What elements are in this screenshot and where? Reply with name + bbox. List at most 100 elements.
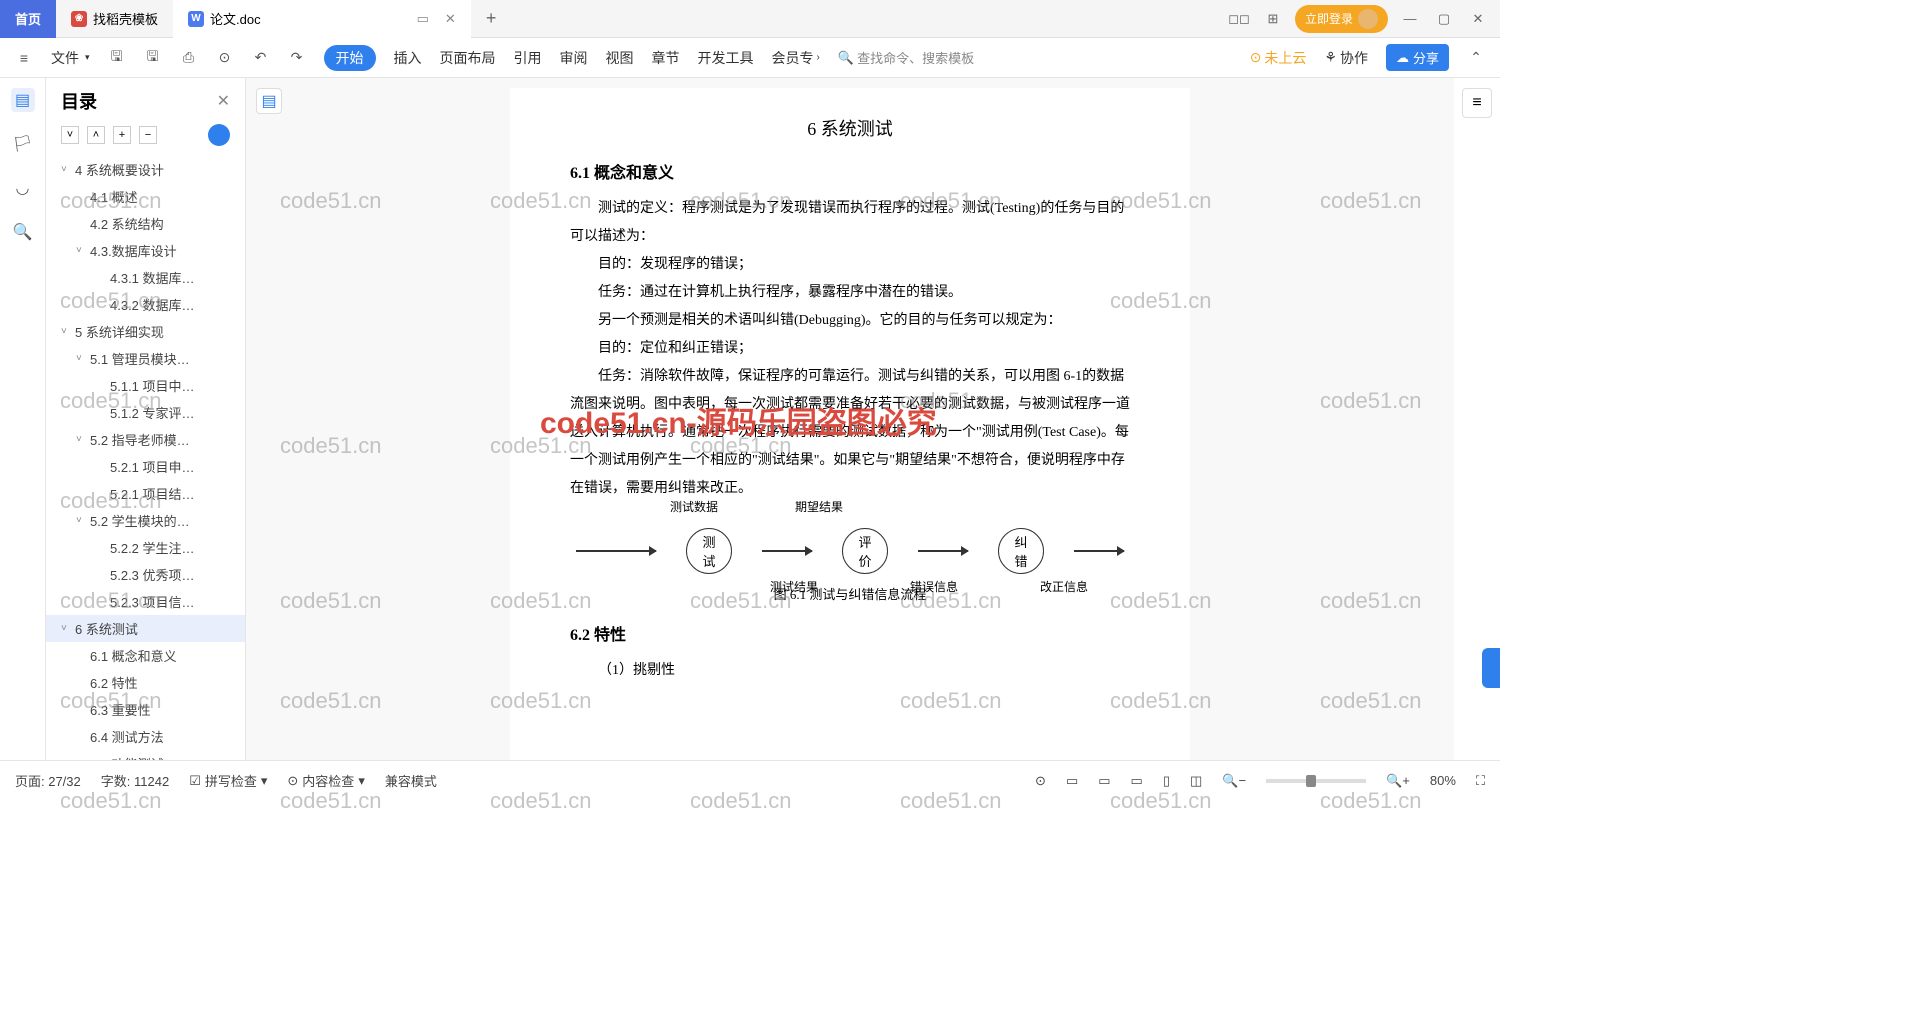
window-mode-icon[interactable]: ▭: [417, 11, 429, 27]
find-icon[interactable]: 🔍: [11, 220, 35, 244]
toc-item[interactable]: 5.1.2 专家评…: [46, 399, 245, 426]
toc-item[interactable]: 6.1 概念和意义: [46, 642, 245, 669]
apps-icon[interactable]: ⊞: [1261, 7, 1285, 31]
share-button[interactable]: ☁ 分享: [1386, 44, 1449, 71]
add-icon[interactable]: +: [113, 126, 131, 144]
view-web-icon[interactable]: ▭: [1098, 773, 1110, 789]
node-fix: 纠 错: [998, 528, 1044, 574]
tab-devtools[interactable]: 开发工具: [698, 48, 754, 68]
toc-item[interactable]: 4.3.1 数据库…: [46, 264, 245, 291]
tab-home[interactable]: 首页: [0, 0, 56, 38]
chevron-down-icon: ˅: [61, 164, 75, 175]
zoom-in-button[interactable]: 🔍+: [1386, 773, 1410, 789]
cloud-status[interactable]: ⊙ 未上云: [1250, 48, 1307, 68]
toc-item[interactable]: 4.1 概述: [46, 183, 245, 210]
document-area[interactable]: ▤ 6 系统测试 6.1 概念和意义 测试的定义：程序测试是为了发现错误而执行程…: [246, 78, 1454, 760]
toc-item[interactable]: ˅6 系统测试: [46, 615, 245, 642]
toc-item[interactable]: 5.2.1 项目结…: [46, 480, 245, 507]
selection-pane-icon[interactable]: ≡: [1462, 88, 1492, 118]
file-menu[interactable]: 文件▾: [51, 48, 90, 68]
tab-review[interactable]: 审阅: [560, 48, 588, 68]
panel-close-icon[interactable]: ✕: [217, 91, 230, 111]
toc-item[interactable]: 5.2.3 项目信…: [46, 588, 245, 615]
toc-item[interactable]: 5.2.1 项目申…: [46, 453, 245, 480]
tab-view[interactable]: 视图: [606, 48, 634, 68]
tab-insert[interactable]: 插入: [394, 48, 422, 68]
toc-label: 5.2.1 项目申…: [110, 457, 195, 476]
toc-item[interactable]: 6.5 功能测试: [46, 750, 245, 760]
tab-add-button[interactable]: +: [471, 8, 512, 29]
search-command[interactable]: 🔍 查找命令、搜索模板: [838, 48, 974, 67]
save-as-icon[interactable]: 🖫: [144, 49, 162, 67]
node-test: 测 试: [686, 528, 732, 574]
toc-item[interactable]: 4.2 系统结构: [46, 210, 245, 237]
chevron-down-icon: ˅: [76, 515, 90, 526]
view-page-icon[interactable]: ▭: [1066, 773, 1078, 789]
collapse-icon[interactable]: ⌃: [1467, 49, 1485, 67]
save-icon[interactable]: 🖫: [108, 49, 126, 67]
toc-item[interactable]: ˅4 系统概要设计: [46, 156, 245, 183]
close-button[interactable]: ✕: [1466, 7, 1490, 31]
toc-item[interactable]: 6.3 重要性: [46, 696, 245, 723]
chat-icon[interactable]: [208, 124, 230, 146]
tab-doc-active[interactable]: W 论文.doc ▭ ✕: [173, 0, 471, 38]
page-indicator[interactable]: 页面: 27/32: [15, 771, 81, 790]
tab-layout[interactable]: 页面布局: [440, 48, 496, 68]
chevron-down-icon: ˅: [61, 326, 75, 337]
toc-label: 5.2.3 优秀项…: [110, 565, 195, 584]
word-count[interactable]: 字数: 11242: [101, 771, 169, 790]
tab-member[interactable]: 会员专›: [772, 48, 820, 68]
fit-width-icon[interactable]: ◫: [1190, 773, 1202, 789]
zoom-out-button[interactable]: 🔍−: [1222, 773, 1246, 789]
minimize-button[interactable]: —: [1398, 7, 1422, 31]
login-button[interactable]: 立即登录: [1295, 5, 1388, 33]
zoom-level[interactable]: 80%: [1430, 773, 1456, 788]
tab-start[interactable]: 开始: [324, 45, 376, 71]
toc-label: 6.5 功能测试: [90, 754, 164, 760]
content-check-button[interactable]: ⊙ 内容检查 ▾: [287, 771, 364, 790]
document-page: 6 系统测试 6.1 概念和意义 测试的定义：程序测试是为了发现错误而执行程序的…: [510, 88, 1190, 760]
toc-item[interactable]: 4.3.2 数据库…: [46, 291, 245, 318]
toc-item[interactable]: ˅5.2 学生模块的…: [46, 507, 245, 534]
toc-item[interactable]: 5.1.1 项目中…: [46, 372, 245, 399]
focus-icon[interactable]: ⊙: [1035, 773, 1046, 789]
pin-icon[interactable]: 🏳: [11, 132, 35, 156]
layout-icon[interactable]: ◻◻: [1227, 7, 1251, 31]
toc-item[interactable]: 5.2.3 优秀项…: [46, 561, 245, 588]
compat-mode[interactable]: 兼容模式: [385, 771, 437, 790]
toc-label: 5.2.1 项目结…: [110, 484, 195, 503]
collab-button[interactable]: ⚘ 协作: [1324, 48, 1368, 68]
toc-label: 5.2 学生模块的…: [90, 511, 190, 530]
expand-icon[interactable]: ˄: [87, 126, 105, 144]
toc-item[interactable]: 6.4 测试方法: [46, 723, 245, 750]
view-outline-icon[interactable]: ▭: [1131, 773, 1143, 789]
outline-icon[interactable]: ▤: [11, 88, 35, 112]
toc-label: 4.1 概述: [90, 187, 138, 206]
tab-ref[interactable]: 引用: [514, 48, 542, 68]
toc-label: 5.1.1 项目中…: [110, 376, 195, 395]
toc-item[interactable]: 6.2 特性: [46, 669, 245, 696]
undo-icon[interactable]: ↶: [252, 49, 270, 67]
view-read-icon[interactable]: ▯: [1163, 773, 1170, 789]
maximize-button[interactable]: ▢: [1432, 7, 1456, 31]
remove-icon[interactable]: −: [139, 126, 157, 144]
toc-item[interactable]: 5.2.2 学生注…: [46, 534, 245, 561]
feedback-button[interactable]: [1482, 648, 1500, 688]
preview-icon[interactable]: ⊙: [216, 49, 234, 67]
print-icon[interactable]: ⎙: [180, 49, 198, 67]
page-nav-icon[interactable]: ▤: [256, 88, 282, 114]
tab-chapter[interactable]: 章节: [652, 48, 680, 68]
toc-item[interactable]: ˅5.1 管理员模块…: [46, 345, 245, 372]
tab-close-icon[interactable]: ✕: [445, 11, 456, 27]
toc-item[interactable]: ˅5.2 指导老师模…: [46, 426, 245, 453]
menu-icon[interactable]: ≡: [15, 49, 33, 67]
tab-template[interactable]: ❀ 找稻壳模板: [56, 0, 173, 38]
redo-icon[interactable]: ↷: [288, 49, 306, 67]
bookmark-icon[interactable]: ◡: [11, 176, 35, 200]
toc-item[interactable]: ˅4.3.数据库设计: [46, 237, 245, 264]
toc-item[interactable]: ˅5 系统详细实现: [46, 318, 245, 345]
zoom-slider[interactable]: [1266, 779, 1366, 783]
fullscreen-icon[interactable]: ⛶: [1476, 773, 1485, 789]
spellcheck-button[interactable]: ☑ 拼写检查 ▾: [189, 771, 267, 790]
collapse-all-icon[interactable]: ˅: [61, 126, 79, 144]
